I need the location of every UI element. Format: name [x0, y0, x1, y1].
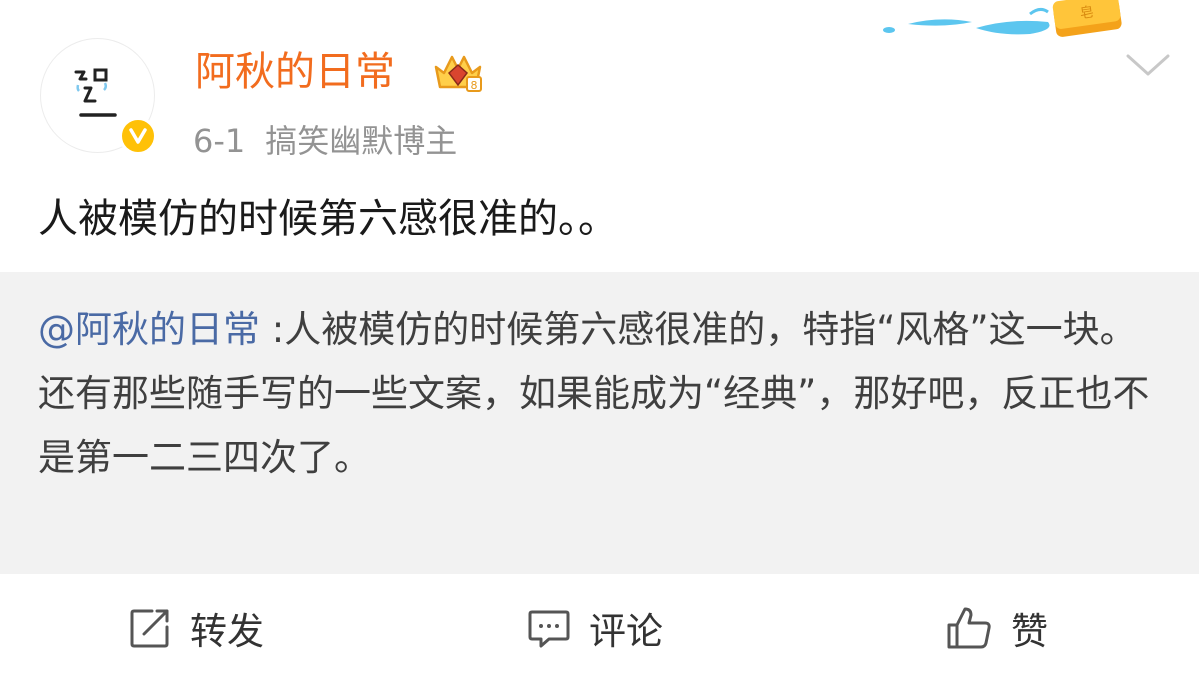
chevron-down-icon[interactable]	[1124, 48, 1172, 82]
comment-label: 评论	[589, 610, 663, 653]
comment-icon	[528, 610, 570, 648]
repost-button[interactable]: 转发	[128, 592, 264, 664]
quoted-post[interactable]: @阿秋的日常 :人被模仿的时候第六感很准的，特指“风格”这一块。 还有那些随手写…	[0, 272, 1199, 574]
weibo-post: 皂 阿秋的日常 8 6-1 搞笑幽默博主 人被模仿的时候第六感很准的。。 @阿秋…	[0, 0, 1199, 673]
quoted-text-part1: :人被模仿的时候第六感很准的，特指“风格”这一块。	[260, 308, 1137, 351]
quoted-post-text: @阿秋的日常 :人被模仿的时候第六感很准的，特指“风格”这一块。 还有那些随手写…	[38, 298, 1168, 490]
quoted-post-line: @阿秋的日常 :人被模仿的时候第六感很准的，特指“风格”这一块。	[38, 298, 1168, 362]
post-text: 人被模仿的时候第六感很准的。。	[38, 196, 618, 242]
share-icon	[130, 609, 169, 648]
verified-v-icon	[129, 128, 147, 144]
comment-button[interactable]: 评论	[527, 592, 663, 664]
author-mention[interactable]: @阿秋的日常	[38, 308, 260, 351]
like-label: 赞	[1011, 610, 1048, 653]
thumbs-up-icon	[947, 607, 991, 649]
quoted-post-line: 还有那些随手写的一些文案，如果能成为“经典”，那好吧，反正也不是第一二三四次了。	[38, 372, 1150, 479]
author-tag: 搞笑幽默博主	[265, 122, 458, 160]
svg-text:皂: 皂	[1079, 4, 1095, 22]
svg-text:8: 8	[471, 79, 478, 92]
verified-badge	[119, 117, 157, 155]
author-name[interactable]: 阿秋的日常	[195, 44, 395, 100]
crown-badge-icon[interactable]: 8	[430, 47, 486, 95]
repost-label: 转发	[190, 610, 264, 653]
post-date: 6-1	[193, 122, 246, 160]
like-button[interactable]: 赞	[945, 592, 1048, 664]
water-splash-decoration: 皂	[883, 0, 1122, 37]
post-meta: 6-1 搞笑幽默博主	[193, 119, 457, 163]
action-bar: 转发 评论 赞	[0, 592, 1199, 664]
